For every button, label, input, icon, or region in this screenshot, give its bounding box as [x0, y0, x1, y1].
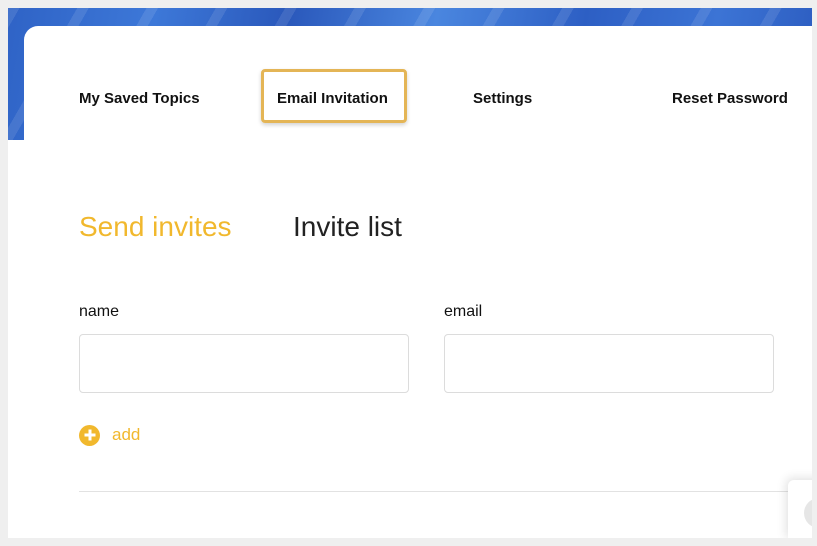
- add-invite-button[interactable]: add: [79, 424, 140, 446]
- subtab-invite-list[interactable]: Invite list: [293, 211, 402, 243]
- email-field-label: email: [444, 303, 483, 320]
- tab-email-invitation[interactable]: Email Invitation: [277, 90, 388, 107]
- chat-widget-icon: [804, 498, 812, 528]
- tab-settings[interactable]: Settings: [473, 90, 532, 107]
- email-input[interactable]: [444, 334, 774, 393]
- subtab-send-invites[interactable]: Send invites: [79, 211, 232, 243]
- browser-viewport: My Saved Topics Email Invitation Setting…: [8, 8, 812, 538]
- name-input[interactable]: [79, 334, 409, 393]
- plus-circle-icon[interactable]: [79, 424, 100, 446]
- add-label[interactable]: add: [112, 425, 140, 445]
- chat-widget-button[interactable]: [788, 480, 812, 538]
- name-field-label: name: [79, 303, 120, 320]
- tab-reset-password[interactable]: Reset Password: [672, 90, 788, 107]
- section-divider: [79, 491, 809, 492]
- tab-my-saved-topics[interactable]: My Saved Topics: [79, 90, 200, 107]
